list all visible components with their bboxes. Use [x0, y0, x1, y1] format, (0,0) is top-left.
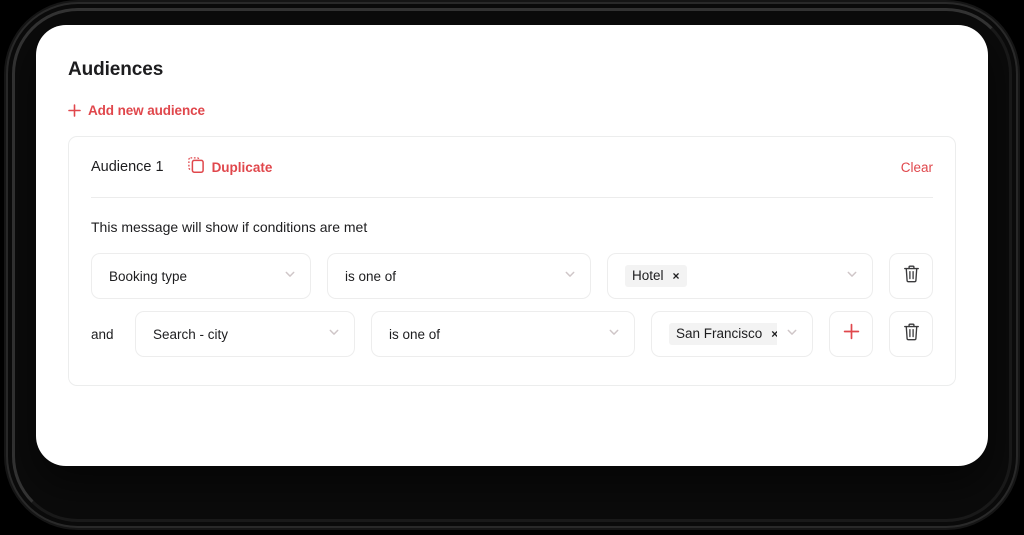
- condition-field-select[interactable]: Search - city: [135, 311, 355, 357]
- value-chip-label: Hotel: [632, 268, 664, 283]
- plus-icon: [843, 323, 860, 345]
- condition-value-select[interactable]: San Francisco ×: [651, 311, 813, 357]
- value-chip: San Francisco ×: [669, 323, 777, 345]
- chevron-down-icon: [785, 325, 799, 344]
- app-card: Audiences Add new audience Audience 1 Du…: [36, 25, 988, 466]
- value-chip: Hotel ×: [625, 265, 687, 287]
- delete-condition-button[interactable]: [889, 311, 933, 357]
- value-chip-label: San Francisco: [676, 326, 763, 341]
- chip-remove-icon[interactable]: ×: [673, 270, 680, 282]
- chip-remove-icon[interactable]: ×: [771, 328, 777, 340]
- condition-value-chips: Hotel ×: [625, 265, 837, 287]
- condition-operator-select[interactable]: is one of: [327, 253, 591, 299]
- trash-icon: [903, 265, 920, 288]
- page-title: Audiences: [68, 59, 164, 80]
- plus-icon: [68, 104, 81, 117]
- condition-field-value: Booking type: [109, 268, 188, 284]
- condition-row: Booking type is one of Hotel ×: [91, 253, 933, 299]
- condition-field-value: Search - city: [153, 326, 229, 342]
- condition-value-select[interactable]: Hotel ×: [607, 253, 873, 299]
- conditions-caption: This message will show if conditions are…: [91, 219, 368, 235]
- add-condition-button[interactable]: [829, 311, 873, 357]
- chevron-down-icon: [607, 325, 621, 344]
- chevron-down-icon: [327, 325, 341, 344]
- condition-operator-value: is one of: [389, 326, 441, 342]
- condition-conjunction-label: and: [91, 326, 114, 342]
- delete-condition-button[interactable]: [889, 253, 933, 299]
- add-new-audience-label: Add new audience: [88, 103, 205, 118]
- audience-name: Audience 1: [91, 159, 164, 175]
- audience-panel-header: Audience 1 Duplicate Clear: [91, 137, 933, 197]
- duplicate-label: Duplicate: [211, 159, 273, 175]
- chevron-down-icon: [563, 267, 577, 286]
- clear-button[interactable]: Clear: [901, 160, 933, 175]
- condition-row: and Search - city is one of San Francisc…: [91, 311, 933, 357]
- condition-value-chips: San Francisco ×: [669, 323, 777, 345]
- add-new-audience-button[interactable]: Add new audience: [68, 103, 205, 118]
- chevron-down-icon: [283, 267, 297, 286]
- audience-panel: Audience 1 Duplicate Clear This message …: [68, 136, 956, 386]
- duplicate-icon: [187, 156, 204, 178]
- duplicate-button[interactable]: Duplicate: [187, 156, 273, 178]
- condition-operator-select[interactable]: is one of: [371, 311, 635, 357]
- condition-operator-value: is one of: [345, 268, 397, 284]
- condition-field-select[interactable]: Booking type: [91, 253, 311, 299]
- trash-icon: [903, 323, 920, 346]
- chevron-down-icon: [845, 267, 859, 286]
